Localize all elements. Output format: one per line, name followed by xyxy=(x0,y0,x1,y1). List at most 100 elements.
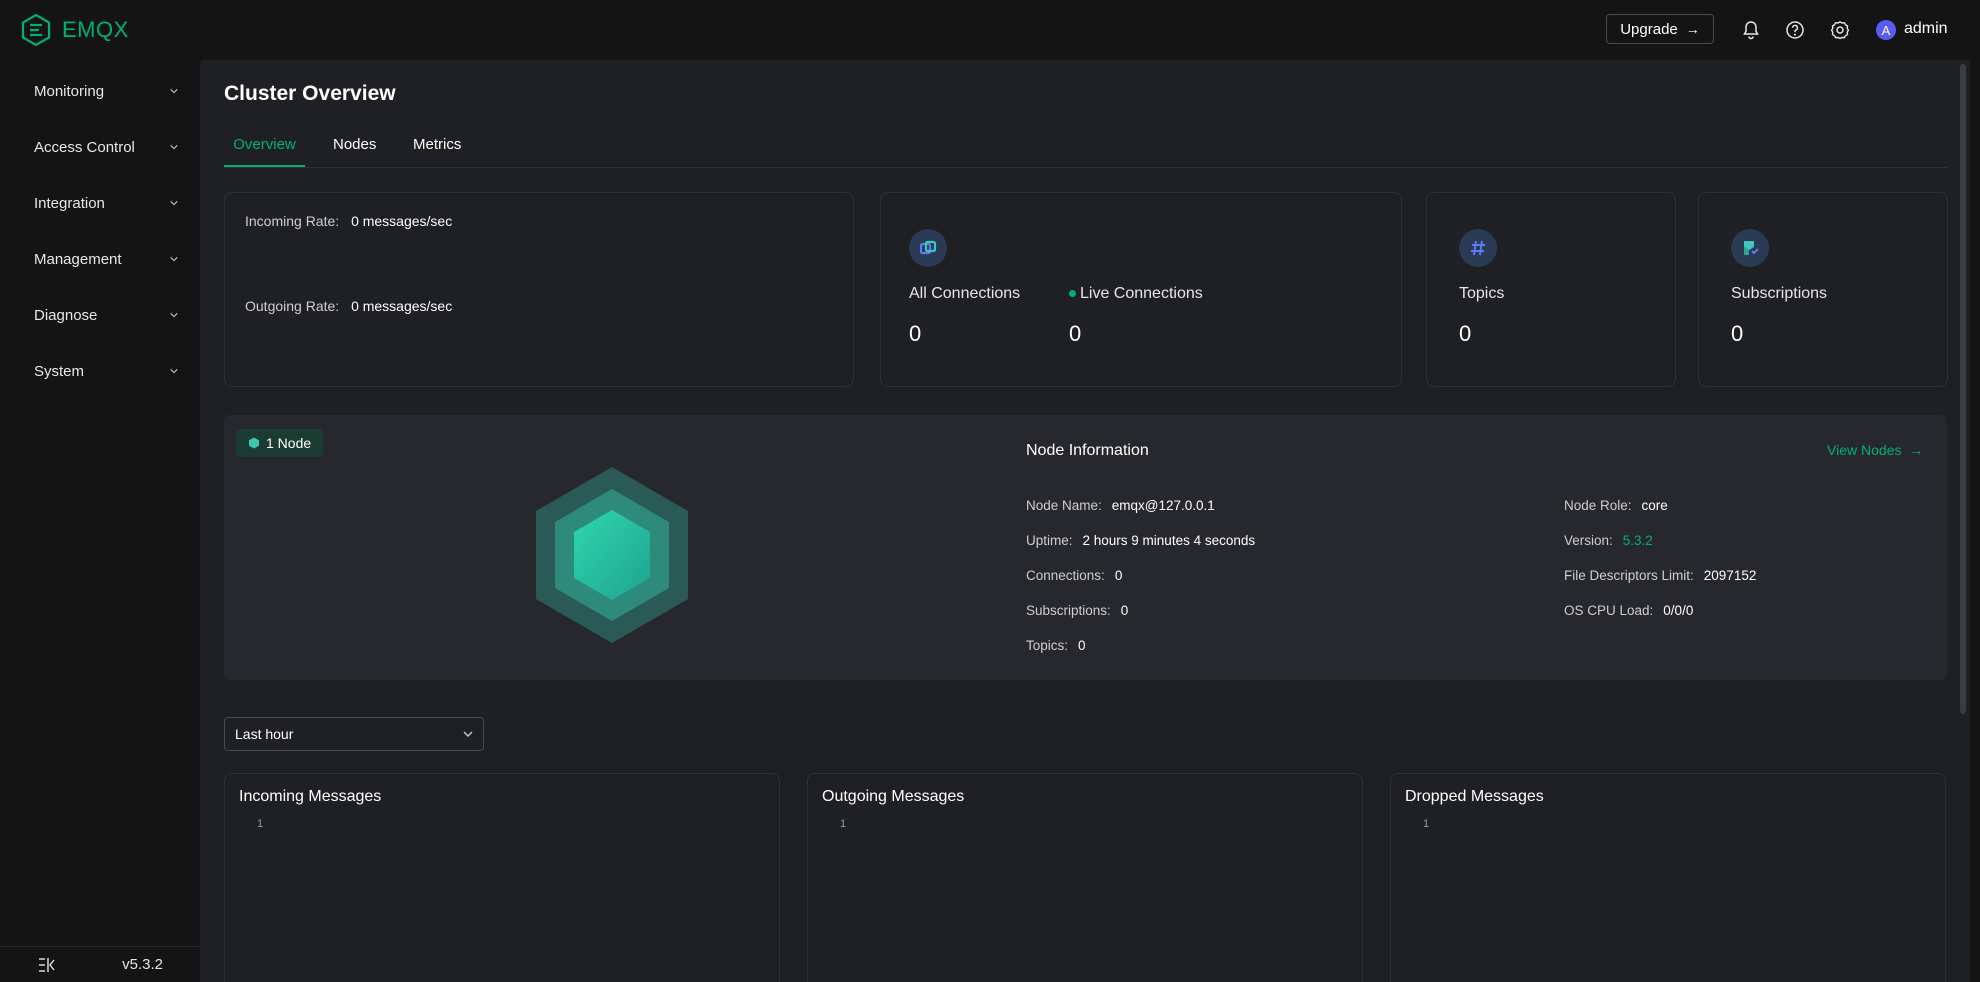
all-connections-label: All Connections xyxy=(909,285,1021,302)
node-count-badge: 1 Node xyxy=(236,429,324,457)
time-range-value: Last hour xyxy=(235,726,294,742)
node-role-row: Node Role: core xyxy=(1564,498,1668,513)
cpu-load-label: OS CPU Load: xyxy=(1564,603,1654,618)
chart-title: Incoming Messages xyxy=(239,788,382,805)
topics-value: 0 xyxy=(1459,321,1472,346)
tab-overview[interactable]: Overview xyxy=(224,127,305,167)
sidebar-item-access-control[interactable]: Access Control xyxy=(0,127,200,167)
y-axis-tick: 1 xyxy=(840,818,847,830)
page-title: Cluster Overview xyxy=(224,82,396,105)
version-row-value: 5.3.2 xyxy=(1622,533,1653,548)
subscriptions-row-label: Subscriptions: xyxy=(1026,603,1111,618)
topics-card: Topics 0 xyxy=(1426,192,1676,387)
subscriptions-card: Subscriptions 0 xyxy=(1698,192,1948,387)
incoming-messages-chart: Incoming Messages 1 xyxy=(224,773,780,982)
arrow-right-icon: → xyxy=(1685,21,1700,37)
tab-bar: Overview Nodes Metrics xyxy=(224,127,1947,168)
sidebar-item-label: Monitoring xyxy=(34,82,105,100)
tab-nodes[interactable]: Nodes xyxy=(333,127,376,167)
outgoing-rate-value: 0 messages/sec xyxy=(351,298,453,314)
sidebar-footer: v5.3.2 xyxy=(0,946,200,982)
uptime-value: 2 hours 9 minutes 4 seconds xyxy=(1082,533,1256,548)
arrow-right-icon: → xyxy=(1905,442,1924,458)
sidebar-item-system[interactable]: System xyxy=(0,351,200,391)
chevron-down-icon xyxy=(170,201,178,206)
subscriptions-row-value: 0 xyxy=(1120,603,1129,618)
emqx-logo[interactable]: EMQX xyxy=(20,13,129,47)
hash-icon xyxy=(1459,229,1497,267)
sidebar-item-management[interactable]: Management xyxy=(0,239,200,279)
collapse-sidebar-icon[interactable] xyxy=(38,957,56,973)
live-connections-label: Live Connections xyxy=(1080,285,1203,302)
sidebar-item-diagnose[interactable]: Diagnose xyxy=(0,295,200,335)
chevron-down-icon xyxy=(170,313,178,318)
time-range-select[interactable]: Last hour xyxy=(224,717,484,751)
subscriptions-value: 0 xyxy=(1731,321,1744,346)
sidebar-item-monitoring[interactable]: Monitoring xyxy=(0,71,200,111)
incoming-rate: Incoming Rate: 0 messages/sec xyxy=(245,213,452,229)
topics-label: Topics xyxy=(1459,285,1505,302)
live-status-dot xyxy=(1069,290,1076,298)
brand-name: EMQX xyxy=(62,17,129,42)
chevron-down-icon xyxy=(170,257,178,262)
topics-row-label: Topics: xyxy=(1026,638,1069,653)
connections-value: 0 xyxy=(1114,568,1123,583)
sidebar: Monitoring Access Control Integration Ma… xyxy=(0,60,200,982)
topics-row: Topics: 0 xyxy=(1026,638,1086,653)
user-name[interactable]: admin xyxy=(1904,20,1948,38)
chevron-down-icon xyxy=(463,731,473,737)
cpu-load-value: 0/0/0 xyxy=(1663,603,1694,618)
rate-card: Incoming Rate: 0 messages/sec Outgoing R… xyxy=(224,192,854,387)
uptime-label: Uptime: xyxy=(1026,533,1073,548)
chevron-down-icon xyxy=(170,89,178,94)
upgrade-label: Upgrade xyxy=(1620,20,1678,38)
subscriptions-icon xyxy=(1731,229,1769,267)
uptime-row: Uptime: 2 hours 9 minutes 4 seconds xyxy=(1026,533,1255,548)
chevron-down-icon xyxy=(170,145,178,150)
outgoing-rate-label: Outgoing Rate: xyxy=(245,298,340,314)
node-name-value: emqx@127.0.0.1 xyxy=(1111,498,1215,513)
emqx-logo-icon xyxy=(21,13,51,47)
main-content: Cluster Overview Overview Nodes Metrics … xyxy=(200,60,1970,982)
gear-icon[interactable] xyxy=(1828,18,1852,42)
connections-row: Connections: 0 xyxy=(1026,568,1122,583)
topics-row-value: 0 xyxy=(1078,638,1086,653)
version-row: Version: 5.3.2 xyxy=(1564,533,1653,548)
chevron-down-icon xyxy=(170,369,178,374)
fd-limit-row: File Descriptors Limit: 2097152 xyxy=(1564,568,1756,583)
view-nodes-link[interactable]: View Nodes → xyxy=(1827,442,1923,458)
fd-limit-label: File Descriptors Limit: xyxy=(1564,568,1694,583)
subscriptions-label: Subscriptions xyxy=(1731,285,1828,302)
connections-label: Connections: xyxy=(1026,568,1105,583)
fd-limit-value: 2097152 xyxy=(1703,568,1757,583)
incoming-rate-value: 0 messages/sec xyxy=(351,213,453,229)
version-label: v5.3.2 xyxy=(122,956,163,973)
sidebar-item-label: Access Control xyxy=(34,138,135,156)
bell-icon[interactable] xyxy=(1739,18,1763,42)
live-connections: Live Connections xyxy=(1069,285,1203,303)
outgoing-rate: Outgoing Rate: 0 messages/sec xyxy=(245,298,452,314)
sidebar-item-integration[interactable]: Integration xyxy=(0,183,200,223)
incoming-rate-label: Incoming Rate: xyxy=(245,213,340,229)
scrollbar[interactable] xyxy=(1960,64,1966,714)
sidebar-item-label: Integration xyxy=(34,194,105,212)
node-count-label: 1 Node xyxy=(266,435,312,451)
dropped-messages-chart: Dropped Messages 1 xyxy=(1390,773,1946,982)
version-row-label: Version: xyxy=(1564,533,1613,548)
connections-icon xyxy=(909,229,947,267)
node-name-row: Node Name: emqx@127.0.0.1 xyxy=(1026,498,1215,513)
all-connections-value: 0 xyxy=(909,321,922,346)
view-nodes-label: View Nodes xyxy=(1827,442,1902,458)
chart-title: Dropped Messages xyxy=(1405,788,1544,805)
chart-title: Outgoing Messages xyxy=(822,788,965,805)
avatar[interactable]: A xyxy=(1876,20,1896,40)
live-connections-value: 0 xyxy=(1069,321,1082,346)
node-name-label: Node Name: xyxy=(1026,498,1102,513)
node-panel: 1 Node Node Information View Nodes → Nod… xyxy=(224,415,1947,680)
outgoing-messages-chart: Outgoing Messages 1 xyxy=(807,773,1363,982)
help-icon[interactable] xyxy=(1783,18,1807,42)
tab-metrics[interactable]: Metrics xyxy=(413,127,461,167)
node-hexagon-graphic[interactable] xyxy=(532,465,692,645)
cpu-load-row: OS CPU Load: 0/0/0 xyxy=(1564,603,1693,618)
upgrade-button[interactable]: Upgrade → xyxy=(1606,14,1714,44)
